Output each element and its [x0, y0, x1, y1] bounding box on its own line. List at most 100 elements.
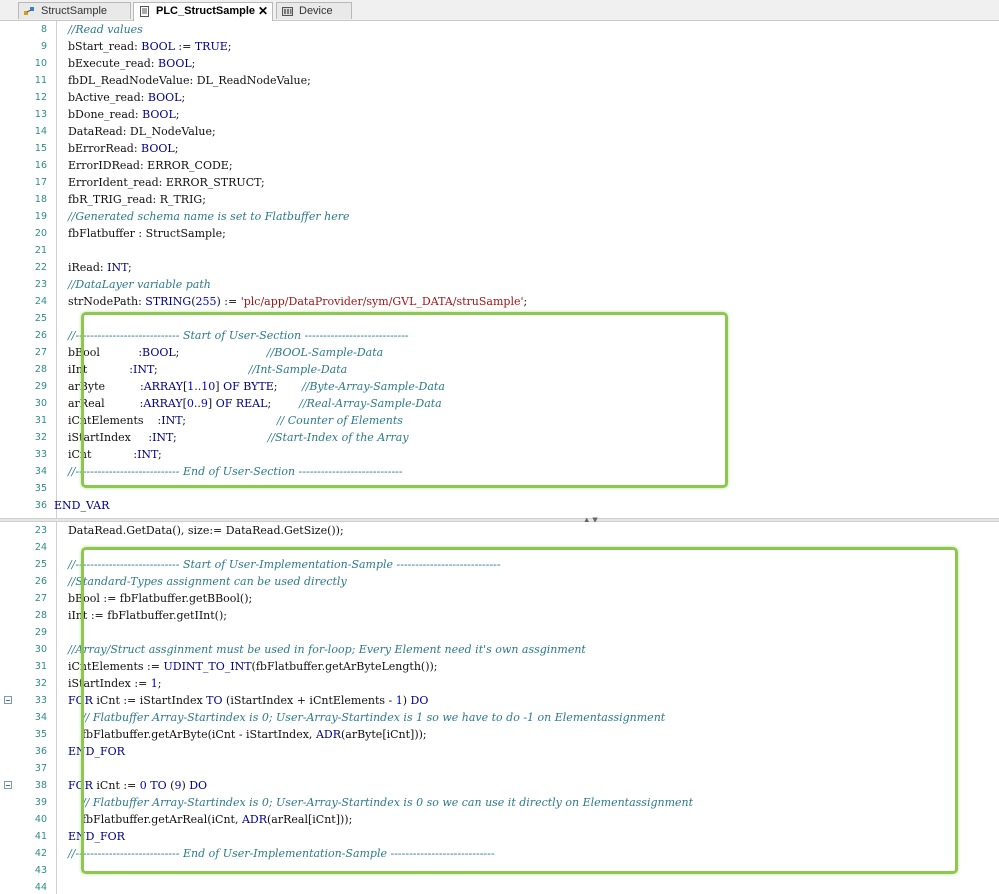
- code-line[interactable]: 31 iCntElements := UDINT_TO_INT(fbFlatbu…: [0, 658, 999, 675]
- code-line[interactable]: 23 DataRead.GetData(), size:= DataRead.G…: [0, 522, 999, 539]
- code-line[interactable]: 42 //---------------------------- End of…: [0, 845, 999, 862]
- code-line[interactable]: 34 //---------------------------- End of…: [0, 463, 999, 480]
- code-line[interactable]: 13 bDone_read: BOOL;: [0, 106, 999, 123]
- code-text[interactable]: iInt := fbFlatbuffer.getIInt();: [40, 607, 227, 624]
- code-line[interactable]: 29: [0, 624, 999, 641]
- code-text[interactable]: //Standard-Types assignment can be used …: [40, 573, 347, 590]
- code-text[interactable]: END_FOR: [40, 743, 125, 760]
- code-line[interactable]: 28 iInt := fbFlatbuffer.getIInt();: [0, 607, 999, 624]
- code-line[interactable]: 30 //Array/Struct assginment must be use…: [0, 641, 999, 658]
- code-text[interactable]: bActive_read: BOOL;: [40, 89, 185, 106]
- tab-device[interactable]: Device: [276, 2, 352, 19]
- code-text[interactable]: //Array/Struct assginment must be used i…: [40, 641, 586, 658]
- code-text[interactable]: fbDL_ReadNodeValue: DL_ReadNodeValue;: [40, 72, 311, 89]
- tab-plc-structsample[interactable]: PLC_StructSample ✕: [133, 2, 273, 21]
- code-line[interactable]: 15 bErrorRead: BOOL;: [0, 140, 999, 157]
- code-text[interactable]: //---------------------------- End of Us…: [40, 463, 403, 480]
- code-line[interactable]: 18 fbR_TRIG_read: R_TRIG;: [0, 191, 999, 208]
- code-line[interactable]: 38 FOR iCnt := 0 TO (9) DO: [0, 777, 999, 794]
- code-text[interactable]: //---------------------------- Start of …: [40, 556, 501, 573]
- code-text[interactable]: iInt :INT; //Int-Sample-Data: [40, 361, 347, 378]
- code-line[interactable]: 24: [0, 539, 999, 556]
- code-text[interactable]: //---------------------------- End of Us…: [40, 845, 495, 862]
- code-line[interactable]: 33 iCnt :INT;: [0, 446, 999, 463]
- code-line[interactable]: 30 arReal :ARRAY[0..9] OF REAL; //Real-A…: [0, 395, 999, 412]
- code-line[interactable]: 32 iStartIndex := 1;: [0, 675, 999, 692]
- code-line[interactable]: 22 iRead: INT;: [0, 259, 999, 276]
- code-line[interactable]: 33 FOR iCnt := iStartIndex TO (iStartInd…: [0, 692, 999, 709]
- code-line[interactable]: 27 bBool :BOOL; //BOOL-Sample-Data: [0, 344, 999, 361]
- code-text[interactable]: arByte :ARRAY[1..10] OF BYTE; //Byte-Arr…: [40, 378, 445, 395]
- code-text[interactable]: DataRead: DL_NodeValue;: [40, 123, 216, 140]
- declaration-editor[interactable]: 8 //Read values 9 bStart_read: BOOL := TR…: [0, 21, 999, 518]
- code-line[interactable]: 9 bStart_read: BOOL := TRUE;: [0, 38, 999, 55]
- code-text[interactable]: bExecute_read: BOOL;: [40, 55, 195, 72]
- code-text[interactable]: fbFlatbuffer : StructSample;: [40, 225, 226, 242]
- code-line[interactable]: 25 //---------------------------- Start …: [0, 556, 999, 573]
- code-line[interactable]: 21: [0, 242, 999, 259]
- code-text[interactable]: END_VAR: [40, 497, 109, 514]
- code-line[interactable]: 14 DataRead: DL_NodeValue;: [0, 123, 999, 140]
- code-text[interactable]: bErrorRead: BOOL;: [40, 140, 178, 157]
- code-text[interactable]: //Read values: [40, 21, 143, 38]
- code-text[interactable]: DataRead.GetData(), size:= DataRead.GetS…: [40, 522, 344, 539]
- code-text[interactable]: //Generated schema name is set to Flatbu…: [40, 208, 350, 225]
- code-text[interactable]: FOR iCnt := 0 TO (9) DO: [40, 777, 207, 794]
- code-line[interactable]: 36 END_FOR: [0, 743, 999, 760]
- code-text[interactable]: fbFlatbuffer.getArByte(iCnt - iStartInde…: [40, 726, 427, 743]
- code-text[interactable]: iCnt :INT;: [40, 446, 162, 463]
- code-text[interactable]: iStartIndex :INT; //Start-Index of the A…: [40, 429, 409, 446]
- implementation-editor[interactable]: 23 DataRead.GetData(), size:= DataRead.G…: [0, 522, 999, 894]
- code-line[interactable]: 34 // Flatbuffer Array-Startindex is 0; …: [0, 709, 999, 726]
- code-text[interactable]: bBool :BOOL; //BOOL-Sample-Data: [40, 344, 383, 361]
- code-line[interactable]: 35: [0, 480, 999, 497]
- code-line[interactable]: 37: [0, 760, 999, 777]
- code-text[interactable]: fbR_TRIG_read: R_TRIG;: [40, 191, 206, 208]
- code-text[interactable]: bDone_read: BOOL;: [40, 106, 180, 123]
- code-line[interactable]: 24 strNodePath: STRING(255) := 'plc/app/…: [0, 293, 999, 310]
- code-line[interactable]: 27 bBool := fbFlatbuffer.getBBool();: [0, 590, 999, 607]
- code-text[interactable]: // Flatbuffer Array-Startindex is 0; Use…: [40, 709, 665, 726]
- code-text[interactable]: FOR iCnt := iStartIndex TO (iStartIndex …: [40, 692, 428, 709]
- code-line[interactable]: 25: [0, 310, 999, 327]
- code-text[interactable]: iCntElements :INT; // Counter of Element…: [40, 412, 403, 429]
- code-text[interactable]: bBool := fbFlatbuffer.getBBool();: [40, 590, 252, 607]
- code-text[interactable]: bStart_read: BOOL := TRUE;: [40, 38, 232, 55]
- code-line[interactable]: 40 fbFlatbuffer.getArReal(iCnt, ADR(arRe…: [0, 811, 999, 828]
- code-line[interactable]: 23 //DataLayer variable path: [0, 276, 999, 293]
- code-text[interactable]: arReal :ARRAY[0..9] OF REAL; //Real-Arra…: [40, 395, 442, 412]
- code-text[interactable]: // Flatbuffer Array-Startindex is 0; Use…: [40, 794, 693, 811]
- code-text[interactable]: strNodePath: STRING(255) := 'plc/app/Dat…: [40, 293, 527, 310]
- code-line[interactable]: 12 bActive_read: BOOL;: [0, 89, 999, 106]
- code-text[interactable]: END_FOR: [40, 828, 125, 845]
- code-text[interactable]: iCntElements := UDINT_TO_INT(fbFlatbuffe…: [40, 658, 438, 675]
- code-line[interactable]: 36 END_VAR: [0, 497, 999, 514]
- code-line[interactable]: 20 fbFlatbuffer : StructSample;: [0, 225, 999, 242]
- close-icon[interactable]: ✕: [258, 3, 268, 20]
- code-text[interactable]: iRead: INT;: [40, 259, 132, 276]
- code-text[interactable]: ErrorIdent_read: ERROR_STRUCT;: [40, 174, 265, 191]
- code-line[interactable]: 8 //Read values: [0, 21, 999, 38]
- code-line[interactable]: 29 arByte :ARRAY[1..10] OF BYTE; //Byte-…: [0, 378, 999, 395]
- code-line[interactable]: 43: [0, 862, 999, 879]
- code-line[interactable]: 41 END_FOR: [0, 828, 999, 845]
- code-line[interactable]: 26 //---------------------------- Start …: [0, 327, 999, 344]
- code-line[interactable]: 26 //Standard-Types assignment can be us…: [0, 573, 999, 590]
- code-line[interactable]: 35 fbFlatbuffer.getArByte(iCnt - iStartI…: [0, 726, 999, 743]
- code-line[interactable]: 39 // Flatbuffer Array-Startindex is 0; …: [0, 794, 999, 811]
- code-text[interactable]: //---------------------------- Start of …: [40, 327, 409, 344]
- code-text[interactable]: ErrorIDRead: ERROR_CODE;: [40, 157, 233, 174]
- code-line[interactable]: 19 //Generated schema name is set to Fla…: [0, 208, 999, 225]
- code-line[interactable]: 31 iCntElements :INT; // Counter of Elem…: [0, 412, 999, 429]
- code-text[interactable]: //DataLayer variable path: [40, 276, 211, 293]
- code-line[interactable]: 32 iStartIndex :INT; //Start-Index of th…: [0, 429, 999, 446]
- code-line[interactable]: 17 ErrorIdent_read: ERROR_STRUCT;: [0, 174, 999, 191]
- code-line[interactable]: 16 ErrorIDRead: ERROR_CODE;: [0, 157, 999, 174]
- code-text[interactable]: fbFlatbuffer.getArReal(iCnt, ADR(arReal[…: [40, 811, 352, 828]
- code-line[interactable]: 11 fbDL_ReadNodeValue: DL_ReadNodeValue;: [0, 72, 999, 89]
- code-text[interactable]: iStartIndex := 1;: [40, 675, 162, 692]
- code-line[interactable]: 10 bExecute_read: BOOL;: [0, 55, 999, 72]
- tab-structsample[interactable]: StructSample: [18, 2, 131, 19]
- code-line[interactable]: 44: [0, 879, 999, 894]
- code-line[interactable]: 28 iInt :INT; //Int-Sample-Data: [0, 361, 999, 378]
